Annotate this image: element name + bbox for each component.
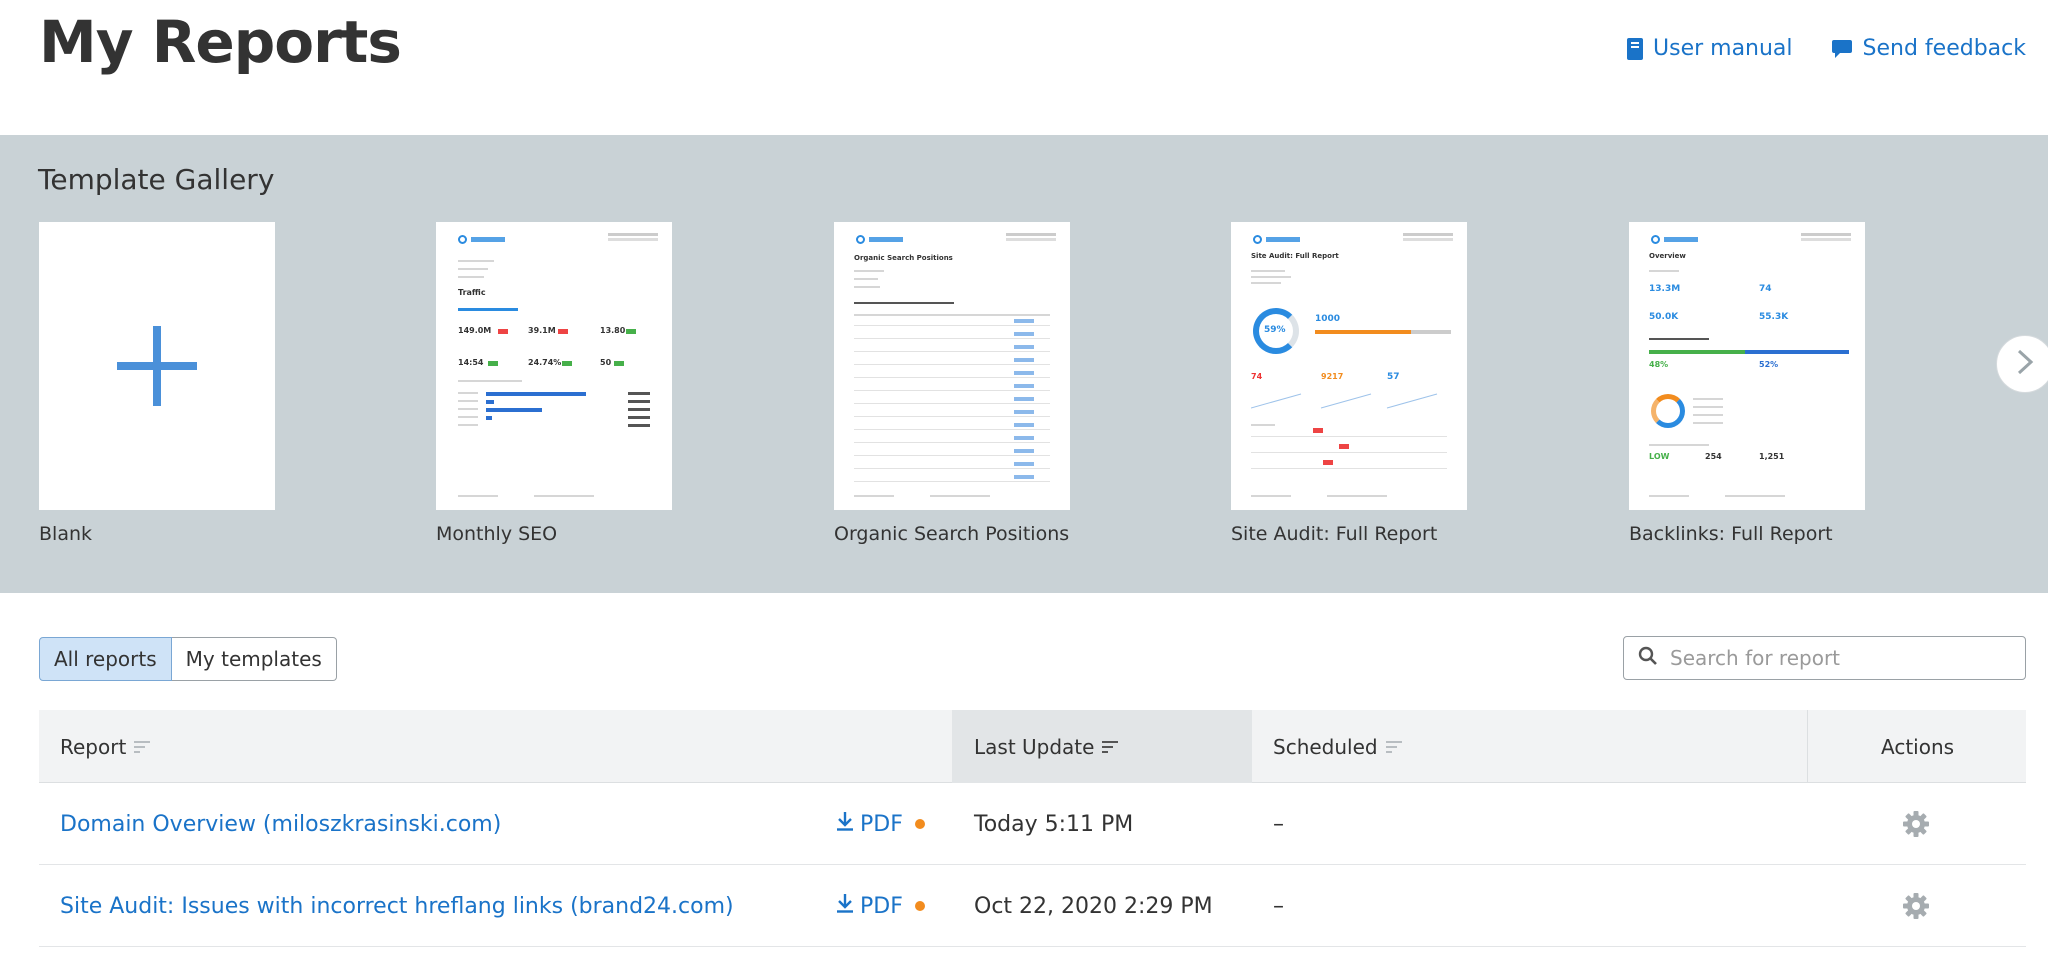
gallery-title: Template Gallery bbox=[38, 163, 275, 196]
page-title: My Reports bbox=[39, 8, 402, 76]
pdf-download-button[interactable]: PDF bbox=[836, 783, 925, 865]
template-monthly-seo[interactable]: Traffic 149.0M 39.1M 13.80 14:54 24.74% … bbox=[436, 222, 672, 545]
pdf-download-button[interactable]: PDF bbox=[836, 865, 925, 947]
chat-bubble-icon bbox=[1831, 38, 1853, 60]
template-gallery: Template Gallery Blank Traffic 149.0M 39… bbox=[0, 135, 2048, 593]
scheduled-value: – bbox=[1273, 893, 1284, 919]
sort-icon bbox=[1102, 735, 1119, 759]
table-row: Domain Overview (miloszkrasinski.com) PD… bbox=[39, 783, 2026, 865]
last-update-value: Today 5:11 PM bbox=[974, 811, 1134, 837]
report-link[interactable]: Site Audit: Issues with incorrect hrefla… bbox=[60, 894, 734, 919]
user-manual-label: User manual bbox=[1653, 36, 1793, 61]
logo-icon bbox=[458, 235, 505, 244]
table-row: Site Audit: Issues with incorrect hrefla… bbox=[39, 865, 2026, 947]
template-organic-search-positions[interactable]: Organic Search Positions Organic Search … bbox=[834, 222, 1070, 545]
template-label: Site Audit: Full Report bbox=[1231, 523, 1438, 545]
template-thumbnail[interactable]: Site Audit: Full Report 59% 1000 74 9217… bbox=[1231, 222, 1467, 510]
send-feedback-label: Send feedback bbox=[1862, 36, 2026, 61]
template-site-audit-full-report[interactable]: Site Audit: Full Report 59% 1000 74 9217… bbox=[1231, 222, 1467, 545]
template-backlinks-full-report[interactable]: Overview 13.3M 74 50.0K 55.3K 48% 52% LO… bbox=[1629, 222, 1865, 545]
user-manual-link[interactable]: User manual bbox=[1627, 36, 1793, 61]
send-feedback-link[interactable]: Send feedback bbox=[1831, 36, 2026, 61]
gear-icon[interactable] bbox=[1902, 865, 1930, 947]
search-input[interactable] bbox=[1670, 646, 2010, 670]
header-links: User manual Send feedback bbox=[1627, 36, 2026, 61]
template-thumbnail[interactable]: Traffic 149.0M 39.1M 13.80 14:54 24.74% … bbox=[436, 222, 672, 510]
chevron-right-icon bbox=[2015, 348, 2035, 380]
status-dot bbox=[914, 901, 925, 911]
tab-all-reports[interactable]: All reports bbox=[39, 637, 172, 681]
status-dot bbox=[914, 819, 925, 829]
column-last-update[interactable]: Last Update bbox=[952, 710, 1252, 783]
download-icon bbox=[836, 893, 854, 919]
table-header: Report Last Update Scheduled Actions bbox=[39, 710, 2026, 783]
template-label: Monthly SEO bbox=[436, 523, 558, 545]
column-report[interactable]: Report bbox=[60, 710, 151, 783]
book-icon bbox=[1627, 37, 1643, 60]
template-thumbnail[interactable]: Organic Search Positions bbox=[834, 222, 1070, 510]
reports-table: Report Last Update Scheduled Actions Dom… bbox=[39, 710, 2026, 947]
logo-icon bbox=[1253, 235, 1300, 244]
sort-icon bbox=[1385, 735, 1402, 759]
plus-icon bbox=[117, 326, 197, 406]
download-icon bbox=[836, 811, 854, 837]
search-box bbox=[1623, 636, 2026, 680]
template-blank[interactable]: Blank bbox=[39, 222, 275, 545]
sort-icon bbox=[134, 735, 151, 759]
template-label: Blank bbox=[39, 523, 93, 545]
logo-icon bbox=[1651, 235, 1698, 244]
report-filter-tabs: All reports My templates bbox=[39, 637, 337, 681]
template-thumbnail[interactable] bbox=[39, 222, 275, 510]
column-actions: Actions bbox=[1881, 734, 1955, 759]
search-icon bbox=[1638, 646, 1658, 670]
scheduled-value: – bbox=[1273, 811, 1284, 837]
template-label: Organic Search Positions bbox=[834, 523, 1070, 545]
gear-icon[interactable] bbox=[1902, 783, 1930, 865]
last-update-value: Oct 22, 2020 2:29 PM bbox=[974, 893, 1213, 919]
template-label: Backlinks: Full Report bbox=[1629, 523, 1833, 545]
template-thumbnail[interactable]: Overview 13.3M 74 50.0K 55.3K 48% 52% LO… bbox=[1629, 222, 1865, 510]
report-link[interactable]: Domain Overview (miloszkrasinski.com) bbox=[60, 812, 501, 837]
logo-icon bbox=[856, 235, 903, 244]
column-scheduled[interactable]: Scheduled bbox=[1273, 710, 1402, 783]
gallery-next-button[interactable] bbox=[1996, 335, 2048, 393]
tab-my-templates[interactable]: My templates bbox=[171, 637, 337, 681]
